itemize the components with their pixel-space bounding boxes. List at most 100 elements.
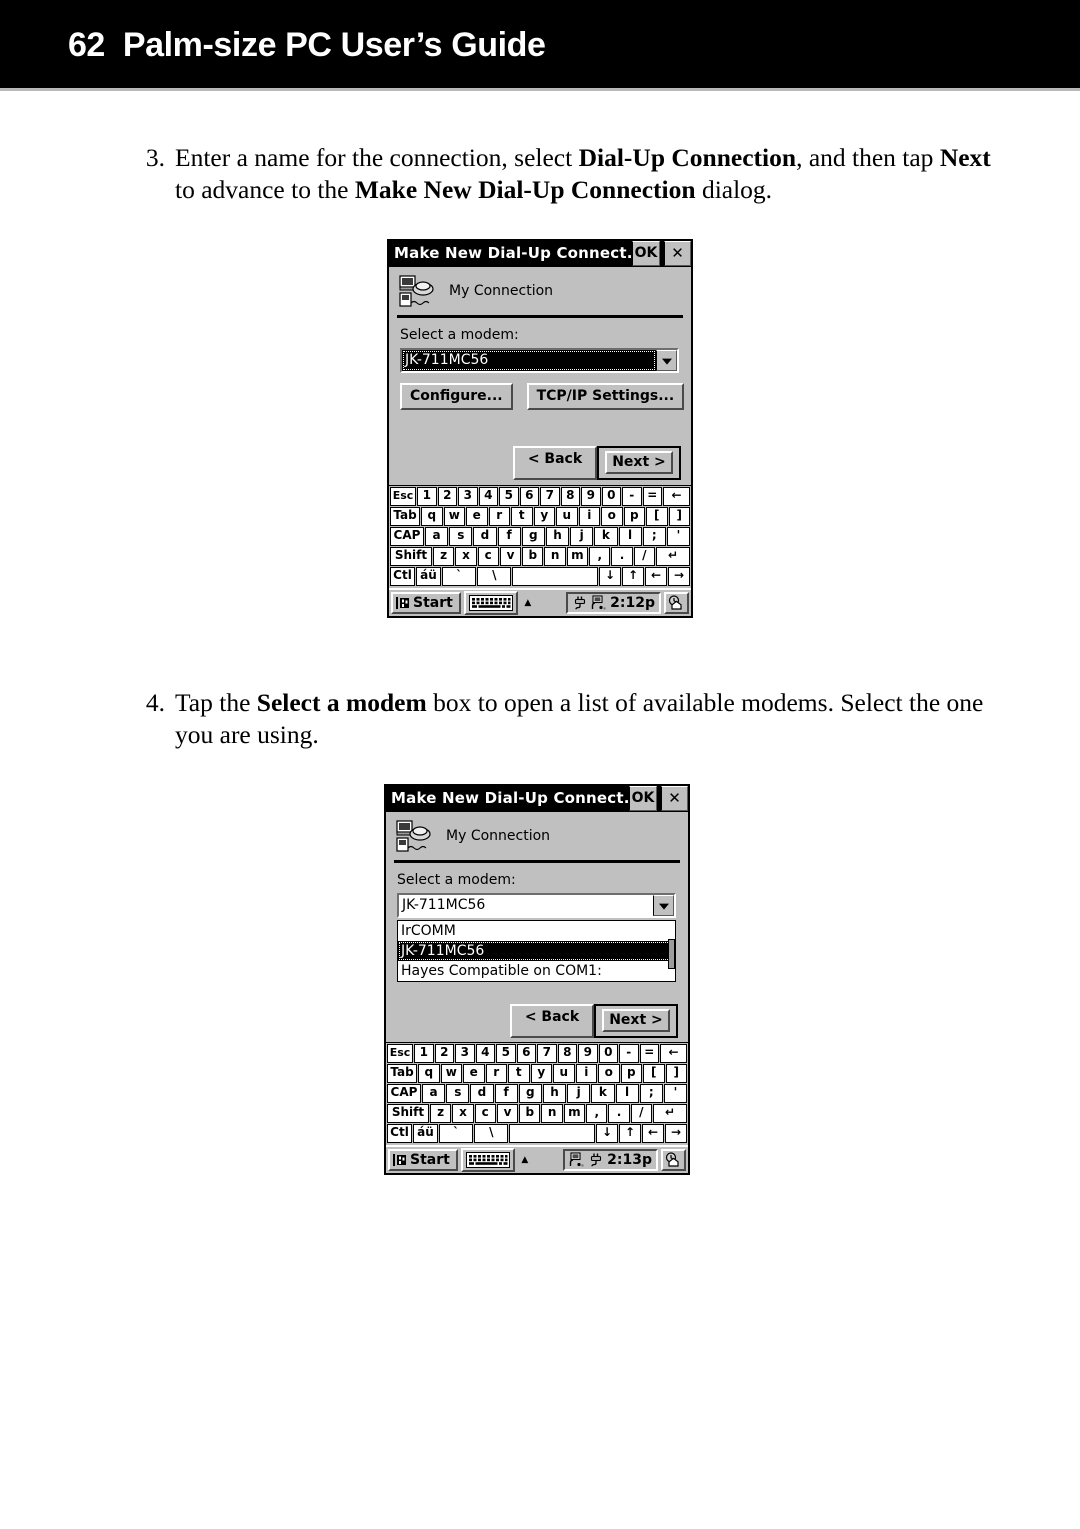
key-d[interactable]: d xyxy=(473,527,497,546)
key-n[interactable]: n xyxy=(541,1104,563,1123)
key-j[interactable]: j xyxy=(567,1084,591,1103)
enter-icon[interactable]: ↵ xyxy=(652,1104,687,1123)
key-shift[interactable]: Shift xyxy=(387,1104,429,1123)
key-minus[interactable]: - xyxy=(622,487,642,506)
key-z[interactable]: z xyxy=(433,547,455,566)
key-s[interactable]: s xyxy=(446,1084,470,1103)
key-v[interactable]: v xyxy=(496,1104,519,1123)
key-w[interactable]: w xyxy=(440,1064,462,1083)
key-m[interactable]: m xyxy=(566,547,589,566)
key-2[interactable]: 2 xyxy=(437,487,457,506)
keyboard-expand-icon[interactable]: ▲ xyxy=(521,598,535,608)
key-r[interactable]: r xyxy=(488,507,510,526)
backspace-icon[interactable]: ← xyxy=(660,1044,687,1063)
key-minus[interactable]: - xyxy=(619,1044,639,1063)
key-v[interactable]: v xyxy=(499,547,522,566)
key-4[interactable]: 4 xyxy=(478,487,498,506)
next-button-2[interactable]: Next > xyxy=(594,1004,678,1038)
dropdown-scrollbar[interactable] xyxy=(668,939,675,969)
arrow-right-icon[interactable]: → xyxy=(668,567,690,586)
key-c[interactable]: c xyxy=(474,1104,496,1123)
next-button[interactable]: Next > xyxy=(597,446,681,480)
key-a[interactable]: a xyxy=(422,1084,446,1103)
key-apostrophe[interactable]: ' xyxy=(666,527,691,546)
power-plug-icon[interactable] xyxy=(571,595,588,611)
key-m[interactable]: m xyxy=(563,1104,586,1123)
connection-status-icon-2[interactable] xyxy=(568,1152,585,1168)
key-backtick[interactable]: ` xyxy=(439,1124,474,1143)
key-bracket-right[interactable]: ] xyxy=(665,1064,687,1083)
key-equals[interactable]: = xyxy=(639,1044,659,1063)
key-y[interactable]: y xyxy=(530,1064,552,1083)
chevron-down-icon[interactable] xyxy=(656,350,677,371)
key-slash[interactable]: / xyxy=(633,547,655,566)
key-q[interactable]: q xyxy=(421,507,443,526)
key-slash[interactable]: / xyxy=(630,1104,652,1123)
key-8[interactable]: 8 xyxy=(560,487,580,506)
key-0[interactable]: 0 xyxy=(601,487,621,506)
key-3[interactable]: 3 xyxy=(458,487,478,506)
key-9[interactable]: 9 xyxy=(581,487,601,506)
list-item[interactable]: Hayes Compatible on COM1: xyxy=(398,961,675,981)
arrow-left-icon[interactable]: ← xyxy=(645,567,667,586)
key-u[interactable]: u xyxy=(553,1064,575,1083)
key-y[interactable]: y xyxy=(533,507,555,526)
arrow-up-icon[interactable]: ↑ xyxy=(622,567,644,586)
modem-dropdown-list[interactable]: IrCOMM JK-711MC56 Hayes Compatible on CO… xyxy=(397,920,676,982)
key-6[interactable]: 6 xyxy=(516,1044,536,1063)
ok-button[interactable]: OK xyxy=(632,241,660,266)
key-f[interactable]: f xyxy=(497,527,521,546)
key-o[interactable]: o xyxy=(601,507,623,526)
key-b[interactable]: b xyxy=(522,547,544,566)
key-ctrl[interactable]: Ctl xyxy=(390,567,415,586)
key-l[interactable]: l xyxy=(615,1084,639,1103)
key-0[interactable]: 0 xyxy=(598,1044,618,1063)
key-h[interactable]: h xyxy=(542,1084,567,1103)
key-q[interactable]: q xyxy=(418,1064,440,1083)
key-z[interactable]: z xyxy=(430,1104,452,1123)
key-tab[interactable]: Tab xyxy=(390,507,420,526)
modem-combobox-2[interactable]: JK-711MC56 xyxy=(397,893,676,918)
key-semicolon[interactable]: ; xyxy=(642,527,666,546)
close-icon[interactable]: ✕ xyxy=(664,241,691,266)
key-t[interactable]: t xyxy=(511,507,533,526)
key-4[interactable]: 4 xyxy=(475,1044,495,1063)
key-u[interactable]: u xyxy=(556,507,578,526)
key-semicolon[interactable]: ; xyxy=(639,1084,663,1103)
key-x[interactable]: x xyxy=(455,547,477,566)
key-backtick[interactable]: ` xyxy=(442,567,477,586)
key-equals[interactable]: = xyxy=(642,487,662,506)
key-7[interactable]: 7 xyxy=(537,1044,557,1063)
desktop-button-2[interactable] xyxy=(661,1149,686,1171)
key-3[interactable]: 3 xyxy=(455,1044,475,1063)
arrow-right-icon[interactable]: → xyxy=(665,1124,687,1143)
key-9[interactable]: 9 xyxy=(578,1044,598,1063)
key-p[interactable]: p xyxy=(620,1064,642,1083)
keyboard-toggle-button-2[interactable] xyxy=(460,1148,515,1172)
key-w[interactable]: w xyxy=(443,507,465,526)
key-bracket-left[interactable]: [ xyxy=(643,1064,665,1083)
key-7[interactable]: 7 xyxy=(540,487,560,506)
key-apostrophe[interactable]: ' xyxy=(663,1084,688,1103)
configure-button[interactable]: Configure... xyxy=(400,383,513,410)
key-5[interactable]: 5 xyxy=(496,1044,516,1063)
key-bracket-right[interactable]: ] xyxy=(668,507,690,526)
start-button[interactable]: Start xyxy=(391,592,461,614)
chevron-down-icon-2[interactable] xyxy=(653,895,674,916)
power-plug-icon-2[interactable] xyxy=(587,1152,604,1168)
arrow-down-icon[interactable]: ↓ xyxy=(596,1124,618,1143)
key-a[interactable]: a xyxy=(425,527,449,546)
modem-combobox[interactable]: JK-711MC56 xyxy=(400,348,679,373)
key-1[interactable]: 1 xyxy=(417,487,437,506)
key-comma[interactable]: , xyxy=(586,1104,608,1123)
key-e[interactable]: e xyxy=(463,1064,485,1083)
key-o[interactable]: o xyxy=(598,1064,620,1083)
back-button[interactable]: < Back xyxy=(513,446,597,480)
key-t[interactable]: t xyxy=(508,1064,530,1083)
key-8[interactable]: 8 xyxy=(557,1044,577,1063)
key-c[interactable]: c xyxy=(477,547,499,566)
key-accents[interactable]: áü xyxy=(413,1124,438,1143)
key-accents[interactable]: áü xyxy=(416,567,441,586)
key-p[interactable]: p xyxy=(623,507,645,526)
key-d[interactable]: d xyxy=(470,1084,494,1103)
